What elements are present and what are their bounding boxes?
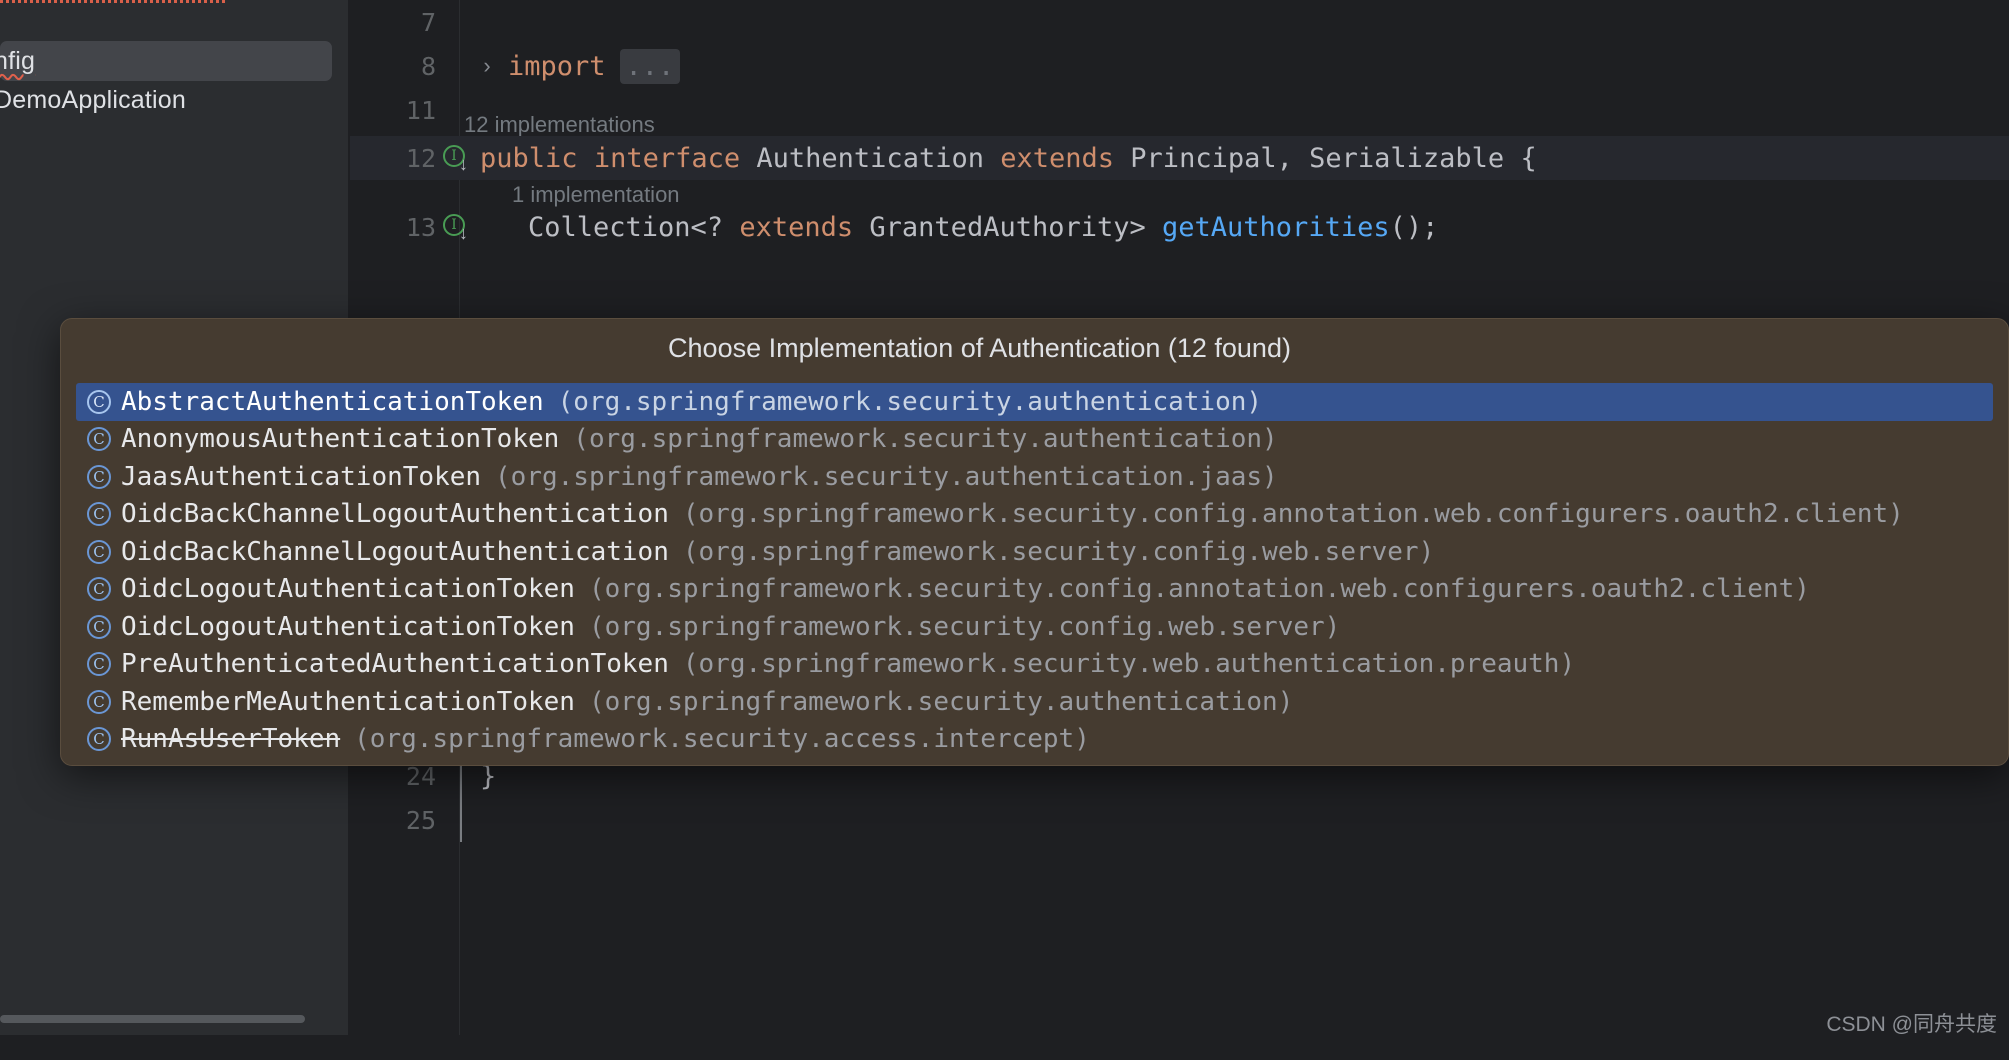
package-name: (org.springframework.security.web.authen… (682, 649, 1576, 680)
class-icon: C (87, 689, 111, 714)
package-name: (org.springframework.security.config.web… (588, 611, 1341, 642)
class-name: OidcLogoutAuthenticationToken (121, 574, 575, 605)
watermark: CSDN @同舟共度 (1826, 1013, 1997, 1036)
class-name: RememberMeAuthenticationToken (121, 686, 575, 717)
list-item[interactable]: C OidcBackChannelLogoutAuthentication (o… (61, 533, 2008, 571)
class-icon: C (87, 577, 111, 602)
package-name: (org.springframework.security.authentica… (573, 424, 1278, 455)
package-name: (org.springframework.security.authentica… (542, 762, 1246, 765)
list-item[interactable]: C AbstractAuthenticationToken (org.sprin… (76, 383, 1993, 421)
arrow-down-icon: ↓ (459, 154, 468, 174)
class-name: TestingAuthenticationToken (121, 762, 528, 765)
package-name: (org.springframework.security.config.ann… (682, 499, 1904, 530)
sidebar-item-config[interactable]: nfig (0, 41, 332, 81)
code-line-25[interactable]: 25 (350, 798, 2009, 842)
implementations-gutter-icon[interactable]: I ↓ (443, 145, 469, 174)
list-item[interactable]: C AnonymousAuthenticationToken (org.spri… (61, 421, 2008, 459)
sidebar-item-demoapplication[interactable]: DemoApplication (0, 80, 332, 120)
list-item[interactable]: C JaasAuthenticationToken (org.springfra… (61, 458, 2008, 496)
folded-import-placeholder[interactable]: ... (606, 48, 681, 84)
horizontal-scrollbar[interactable] (0, 1015, 305, 1023)
ide-window: nfig DemoApplication 7 8 › import ... 11 (0, 0, 2009, 1060)
status-bar (0, 1035, 2009, 1060)
line-number: 13 (405, 212, 436, 242)
gutter-slot[interactable]: I ↓ (436, 145, 476, 174)
arrow-down-icon: ↓ (459, 223, 468, 243)
inlay-hint-implementations[interactable]: 12 implementations (464, 112, 655, 138)
package-name: (org.springframework.security.access.int… (354, 724, 1090, 755)
choose-implementation-popup[interactable]: Choose Implementation of Authentication … (60, 318, 2009, 766)
indent-guide (460, 754, 462, 842)
class-name-deprecated: RunAsUserToken (121, 724, 341, 755)
implementations-gutter-icon[interactable]: I ↓ (443, 214, 469, 243)
line-number: 8 (420, 51, 436, 81)
list-item[interactable]: C OidcLogoutAuthenticationToken (org.spr… (61, 571, 2008, 609)
class-name: AbstractAuthenticationToken (121, 386, 544, 417)
class-name: OidcLogoutAuthenticationToken (121, 611, 575, 642)
gutter-slot[interactable]: I ↓ (436, 214, 476, 243)
class-icon: C (87, 764, 111, 765)
package-name: (org.springframework.security.authentica… (495, 461, 1278, 492)
class-name: OidcBackChannelLogoutAuthentication (121, 536, 669, 567)
class-icon: C (87, 614, 111, 639)
line-number: 25 (405, 805, 436, 835)
code-content-line-13: Collection<? extends GrantedAuthority> g… (528, 211, 1439, 243)
code-content-line-12: public interface Authentication extends … (480, 142, 1537, 174)
code-line-7[interactable]: 7 (350, 0, 2009, 44)
package-name: (org.springframework.security.config.web… (682, 536, 1435, 567)
package-name: (org.springframework.security.config.ann… (588, 574, 1810, 605)
code-line-13[interactable]: 13 I ↓ Collection<? extends GrantedAutho… (350, 205, 2009, 249)
class-icon: C (87, 727, 111, 752)
list-item[interactable]: C OidcBackChannelLogoutAuthentication (o… (61, 496, 2008, 534)
class-name: AnonymousAuthenticationToken (121, 424, 560, 455)
error-strip-indicator (0, 0, 225, 5)
line-number: 7 (420, 7, 436, 37)
class-name: PreAuthenticatedAuthenticationToken (121, 649, 669, 680)
code-line-8[interactable]: 8 › import ... (350, 44, 2009, 88)
implementation-list[interactable]: C AbstractAuthenticationToken (org.sprin… (61, 383, 2008, 765)
class-icon: C (87, 464, 111, 489)
popup-title: Choose Implementation of Authentication … (668, 333, 1291, 363)
list-item[interactable]: C OidcLogoutAuthenticationToken (org.spr… (61, 608, 2008, 646)
list-item[interactable]: C TestingAuthenticationToken (org.spring… (61, 758, 2008, 765)
class-icon: C (87, 427, 111, 452)
class-icon: C (87, 652, 111, 677)
line-number: 12 (405, 143, 436, 173)
code-token-import: import (508, 50, 606, 82)
class-icon: C (87, 539, 111, 564)
class-icon: C (87, 502, 111, 527)
class-icon: C (87, 389, 111, 414)
chevron-right-icon[interactable]: › (470, 53, 504, 79)
class-name: JaasAuthenticationToken (121, 461, 482, 492)
class-name: OidcBackChannelLogoutAuthentication (121, 499, 669, 530)
sidebar-item-label: nfig (0, 46, 36, 75)
list-item[interactable]: C PreAuthenticatedAuthenticationToken (o… (61, 646, 2008, 684)
line-number: 11 (405, 95, 436, 125)
sidebar-item-label: DemoApplication (0, 85, 186, 114)
package-name: (org.springframework.security.authentica… (557, 386, 1263, 417)
list-item[interactable]: C RememberMeAuthenticationToken (org.spr… (61, 683, 2008, 721)
package-name: (org.springframework.security.authentica… (588, 686, 1294, 717)
list-item[interactable]: C RunAsUserToken (org.springframework.se… (61, 721, 2008, 759)
code-line-12[interactable]: 12 I ↓ public interface Authentication e… (350, 136, 2009, 180)
